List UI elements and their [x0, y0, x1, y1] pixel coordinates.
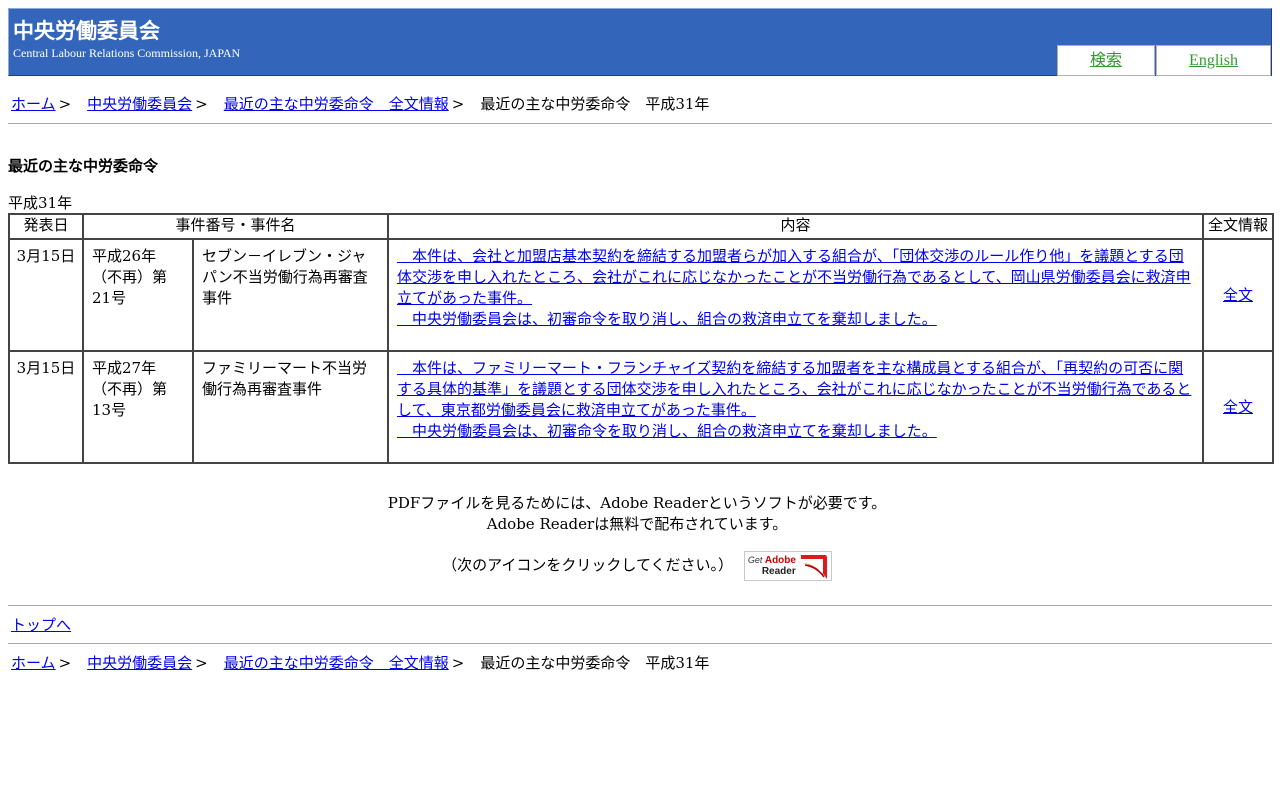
table-row: 3月15日 平成26年（不再）第21号 セブン－イレブン・ジャパン不当労働行為再…: [8, 238, 1275, 352]
page-title: 最近の主な中労委命令: [8, 157, 159, 175]
english-link[interactable]: English: [1189, 52, 1238, 69]
divider: [8, 605, 1272, 606]
fulltext-link[interactable]: 全文: [1223, 398, 1253, 416]
adobe-badge-get: Get Adobe: [747, 555, 796, 566]
row-fulltext: 全文: [1202, 350, 1275, 464]
row-fulltext: 全文: [1202, 238, 1275, 352]
adobe-badge-adobe: Adobe: [764, 555, 796, 566]
site-subtitle: Central Labour Relations Commission, JAP…: [13, 46, 241, 60]
header-fulltext: 全文情報: [1202, 213, 1275, 240]
row-case-name: セブン－イレブン・ジャパン不当労働行為再審査事件: [191, 238, 390, 352]
year-caption: 平成31年: [8, 194, 73, 212]
breadcrumb-orders-link[interactable]: 最近の主な中労委命令 全文情報: [224, 654, 449, 672]
pdf-click-note: （次のアイコンをクリックしてください。） Get Adobe Reader: [0, 549, 1274, 581]
adobe-badge-reader: Reader: [761, 566, 796, 577]
table-header-row: 発表日 事件番号・事件名 内容 全文情報: [8, 213, 1275, 240]
breadcrumb: ホーム > 中央労働委員会 > 最近の主な中労委命令 全文情報 > 最近の主な中労委命令 平…: [11, 93, 709, 114]
breadcrumb-bottom: ホーム > 中央労働委員会 > 最近の主な中労委命令 全文情報 > 最近の主な中労委命令 平…: [11, 652, 709, 673]
site-title: 中央労働委員会: [13, 19, 160, 43]
get-adobe-reader-button[interactable]: Get Adobe Reader: [743, 551, 832, 581]
row-content: 本件は、ファミリーマート・フランチャイズ契約を締結する加盟者を主な構成員とする組…: [387, 350, 1205, 464]
row-summary-link[interactable]: 本件は、ファミリーマート・フランチャイズ契約を締結する加盟者を主な構成員とする組…: [397, 358, 1194, 421]
breadcrumb-home-link[interactable]: ホーム: [11, 654, 56, 672]
table-row: 3月15日 平成27年（不再）第13号 ファミリーマート不当労働行為再審査事件 …: [8, 350, 1275, 464]
pdf-note-line1: PDFファイルを見るためには、Adobe Readerというソフトが必要です。: [387, 494, 887, 512]
row-decision-link[interactable]: 中央労働委員会は、初審命令を取り消し、組合の救済申立てを棄却しました。: [397, 310, 937, 328]
to-top-link[interactable]: トップへ: [11, 614, 71, 635]
row-date: 3月15日: [8, 350, 84, 464]
adobe-reader-icon: [800, 555, 827, 579]
pdf-note: PDFファイルを見るためには、Adobe Readerというソフトが必要です。 …: [0, 493, 1274, 535]
divider: [8, 123, 1272, 124]
breadcrumb-current: 最近の主な中労委命令 平成31年: [480, 654, 710, 672]
row-case-name: ファミリーマート不当労働行為再審査事件: [191, 350, 390, 464]
divider: [8, 643, 1272, 644]
nav-search-tab: 検索: [1057, 45, 1155, 76]
row-case-number: 平成27年（不再）第13号: [82, 350, 194, 464]
header-date: 発表日: [8, 213, 84, 240]
site-header: 中央労働委員会 Central Labour Relations Commiss…: [8, 8, 1272, 76]
row-summary-link[interactable]: 本件は、会社と加盟店基本契約を締結する加盟者らが加入する組合が、「団体交渉のルー…: [397, 246, 1194, 309]
breadcrumb-home-link[interactable]: ホーム: [11, 95, 56, 113]
header-content: 内容: [387, 213, 1205, 240]
search-link[interactable]: 検索: [1090, 52, 1122, 69]
breadcrumb-separator: >: [58, 95, 72, 113]
breadcrumb-current: 最近の主な中労委命令 平成31年: [480, 95, 710, 113]
breadcrumb-clrc-link[interactable]: 中央労働委員会: [87, 654, 192, 672]
breadcrumb-separator: >: [451, 654, 465, 672]
row-date: 3月15日: [8, 238, 84, 352]
fulltext-link[interactable]: 全文: [1223, 286, 1253, 304]
orders-table: 発表日 事件番号・事件名 内容 全文情報 3月15日 平成26年（不再）第21号…: [8, 213, 1275, 464]
breadcrumb-clrc-link[interactable]: 中央労働委員会: [87, 95, 192, 113]
breadcrumb-orders-link[interactable]: 最近の主な中労委命令 全文情報: [224, 95, 449, 113]
breadcrumb-separator: >: [58, 654, 72, 672]
row-decision-link[interactable]: 中央労働委員会は、初審命令を取り消し、組合の救済申立てを棄却しました。: [397, 422, 937, 440]
breadcrumb-separator: >: [451, 95, 465, 113]
row-content: 本件は、会社と加盟店基本契約を締結する加盟者らが加入する組合が、「団体交渉のルー…: [387, 238, 1205, 352]
breadcrumb-separator: >: [195, 654, 208, 672]
pdf-note-line2: Adobe Readerは無料で配布されています。: [486, 515, 788, 533]
pdf-click-text: （次のアイコンをクリックしてください。）: [442, 556, 734, 574]
row-case-number: 平成26年（不再）第21号: [82, 238, 194, 352]
header-case: 事件番号・事件名: [81, 213, 390, 240]
header-nav: 検索 English: [1057, 45, 1271, 76]
breadcrumb-separator: >: [195, 95, 208, 113]
nav-english-tab: English: [1156, 45, 1271, 76]
